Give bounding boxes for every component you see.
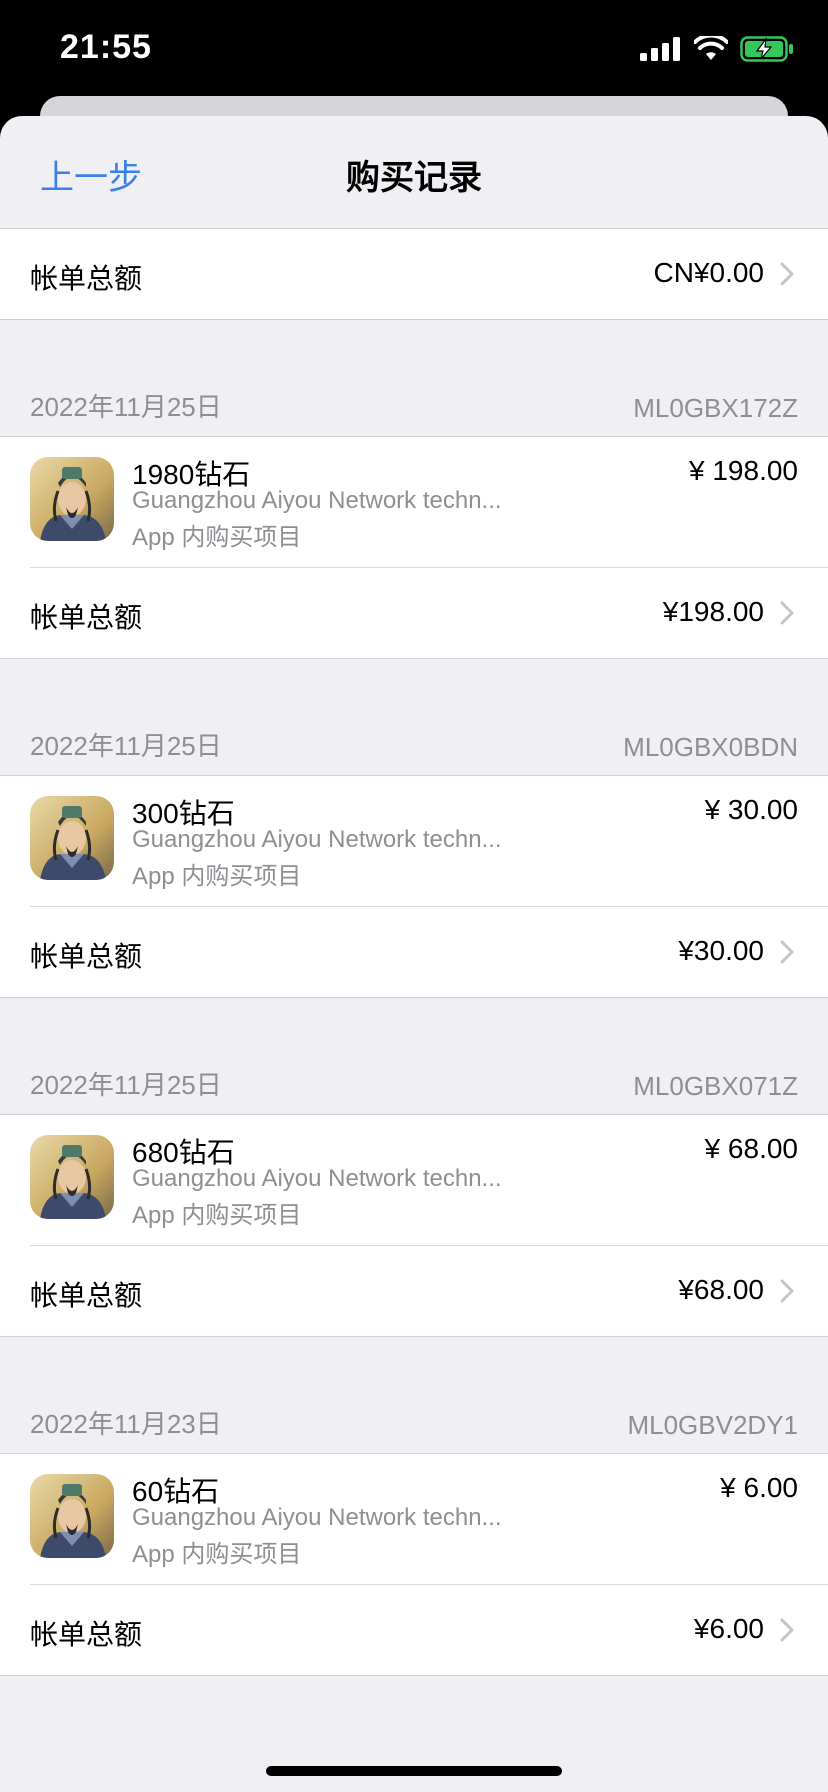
bill-total-amount: ¥30.00 [678, 935, 764, 966]
navigation-bar: 上一步 购买记录 [0, 116, 828, 228]
bill-total-label: 帐单总额 [30, 941, 143, 972]
item-type: App 内购买项目 [132, 863, 302, 890]
item-type: App 内购买项目 [132, 1202, 302, 1229]
bill-total-amount: ¥6.00 [693, 1613, 764, 1644]
chevron-right-icon [780, 1279, 794, 1303]
order-header: 2022年11月25日 ML0GBX071Z [0, 998, 828, 1114]
app-icon [30, 1474, 114, 1558]
home-indicator[interactable] [266, 1766, 562, 1776]
wifi-icon [694, 36, 728, 60]
item-price: ¥ 198.00 [689, 455, 798, 486]
chevron-right-icon [780, 601, 794, 625]
bill-total-block: 帐单总额 CN¥0.00 [0, 228, 828, 320]
item-developer: Guangzhou Aiyou Network techn... [132, 1165, 502, 1192]
app-icon [30, 1135, 114, 1219]
purchase-item[interactable]: 680钻石 Guangzhou Aiyou Network techn... A… [30, 1115, 828, 1246]
order-block: 680钻石 Guangzhou Aiyou Network techn... A… [0, 1114, 828, 1337]
item-type: App 内购买项目 [132, 1541, 302, 1568]
bill-total-amount: ¥68.00 [678, 1274, 764, 1305]
bill-total-label: 帐单总额 [30, 1619, 143, 1650]
purchase-item[interactable]: 1980钻石 Guangzhou Aiyou Network techn... … [30, 437, 828, 568]
page-title: 购买记录 [346, 159, 482, 197]
cellular-signal-icon [640, 37, 680, 61]
bill-total-row[interactable]: 帐单总额 ¥198.00 [0, 568, 828, 658]
order-block: 60钻石 Guangzhou Aiyou Network techn... Ap… [0, 1453, 828, 1676]
order-id: ML0GBV2DY1 [627, 1410, 798, 1440]
purchase-item[interactable]: 300钻石 Guangzhou Aiyou Network techn... A… [30, 776, 828, 907]
item-type: App 内购买项目 [132, 524, 302, 551]
order-block: 1980钻石 Guangzhou Aiyou Network techn... … [0, 436, 828, 659]
order-id: ML0GBX172Z [633, 393, 798, 423]
order-header: 2022年11月25日 ML0GBX0BDN [0, 659, 828, 775]
battery-charging-icon [740, 36, 793, 62]
bill-total-label: 帐单总额 [30, 263, 143, 294]
order-date: 2022年11月23日 [30, 1409, 222, 1439]
item-price: ¥ 6.00 [720, 1472, 798, 1503]
order-header: 2022年11月25日 ML0GBX172Z [0, 320, 828, 436]
order-date: 2022年11月25日 [30, 731, 222, 761]
bill-total-amount: ¥198.00 [662, 596, 764, 627]
order-block: 300钻石 Guangzhou Aiyou Network techn... A… [0, 775, 828, 998]
purchase-item[interactable]: 60钻石 Guangzhou Aiyou Network techn... Ap… [30, 1454, 828, 1585]
app-icon [30, 457, 114, 541]
chevron-right-icon [780, 262, 794, 286]
status-time: 21:55 [60, 28, 152, 66]
item-developer: Guangzhou Aiyou Network techn... [132, 487, 502, 514]
bill-total-label: 帐单总额 [30, 602, 143, 633]
item-developer: Guangzhou Aiyou Network techn... [132, 1504, 502, 1531]
order-date: 2022年11月25日 [30, 1070, 222, 1100]
bill-total-row[interactable]: 帐单总额 ¥68.00 [0, 1246, 828, 1336]
order-date: 2022年11月25日 [30, 392, 222, 422]
item-price: ¥ 30.00 [704, 794, 798, 825]
status-bar: 21:55 [0, 0, 828, 96]
order-id: ML0GBX0BDN [623, 732, 798, 762]
bill-total-row[interactable]: 帐单总额 ¥6.00 [0, 1585, 828, 1675]
item-developer: Guangzhou Aiyou Network techn... [132, 826, 502, 853]
bill-total-row[interactable]: 帐单总额 ¥30.00 [0, 907, 828, 997]
order-header: 2022年11月23日 ML0GBV2DY1 [0, 1337, 828, 1453]
app-icon [30, 796, 114, 880]
bill-total-amount: CN¥0.00 [653, 257, 764, 288]
bill-total-label: 帐单总额 [30, 1280, 143, 1311]
item-price: ¥ 68.00 [704, 1133, 798, 1164]
status-icons [640, 34, 794, 64]
chevron-right-icon [780, 1618, 794, 1642]
chevron-right-icon [780, 940, 794, 964]
purchase-list: 帐单总额 CN¥0.00 2022年11月25日 ML0GBX172Z 1980… [0, 228, 828, 1676]
order-id: ML0GBX071Z [633, 1071, 798, 1101]
bill-total-row[interactable]: 帐单总额 CN¥0.00 [0, 229, 828, 319]
purchase-history-sheet: 上一步 购买记录 帐单总额 CN¥0.00 2022年11月25日 ML0GBX… [0, 116, 828, 1792]
